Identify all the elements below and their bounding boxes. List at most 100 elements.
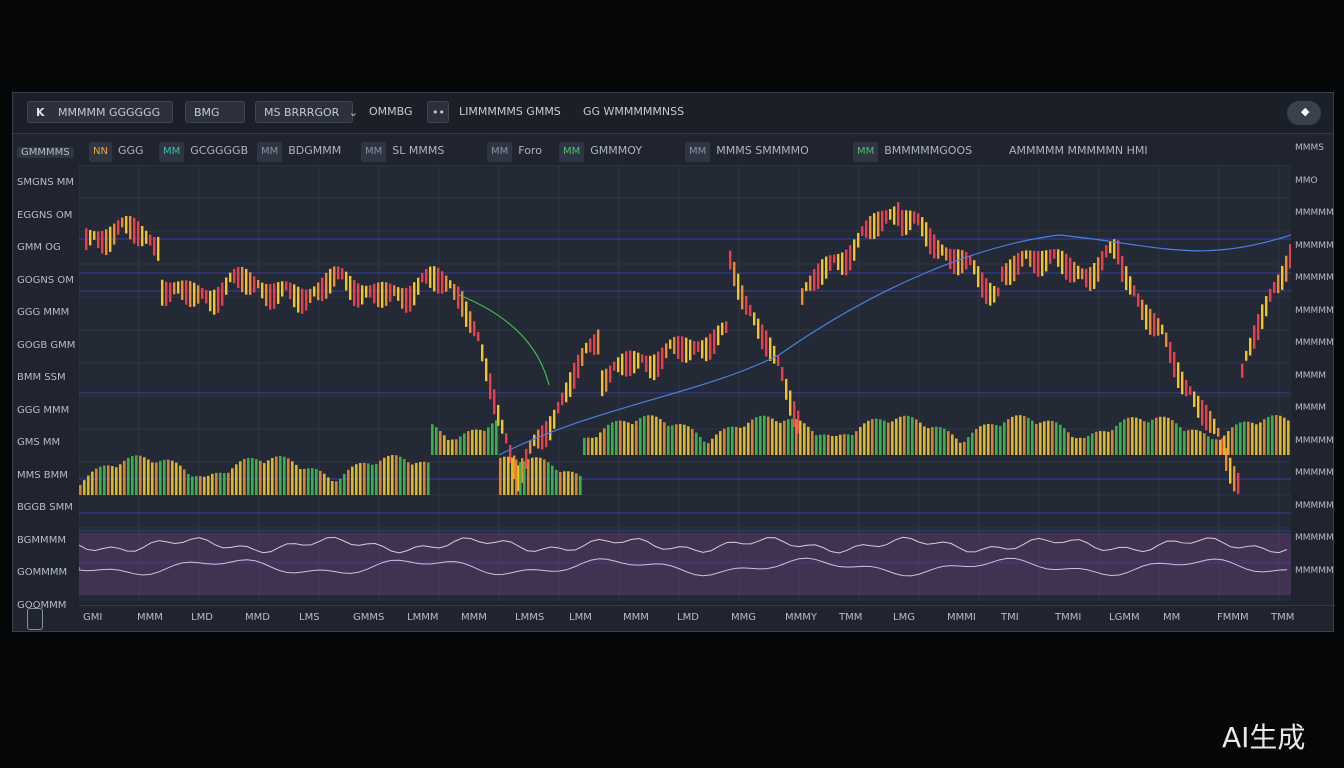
candle [1053,248,1056,259]
volume-bar [823,434,826,455]
volume-bar [1071,436,1074,455]
time-axis-label: MMG [731,612,757,623]
volume-bar [1287,420,1290,455]
candle [433,266,436,292]
pair-info-label: LIMMMMMS GMMS [459,105,561,118]
volume-bar [451,439,454,455]
right-axis-label: MMMMM [1295,533,1334,543]
volume-bar [1243,421,1246,455]
indicator-bar: NN GGG MM GCGGGGB MM BDGMMM MM SL MMMS MM Foro MM G… [79,137,1291,165]
calendar-icon[interactable] [27,608,43,630]
more-options-button[interactable]: •• [427,101,449,123]
volume-bar [167,459,170,495]
candle [633,351,636,374]
volume-bar [559,471,562,495]
volume-bar [399,456,402,495]
theme-toggle[interactable]: ◆ [1287,101,1321,125]
volume-bar [1123,419,1126,455]
left-axis-label: MMS BMM [17,469,68,481]
candle [485,358,488,382]
candle [901,210,904,237]
candle [449,280,452,289]
volume-bar [183,469,186,495]
symbol-search-label: MMMMM GGGGGG [58,106,161,119]
time-axis-label: LMS [299,612,320,623]
indicator-8[interactable]: AMMMMM MMMMMN HMI [1009,141,1148,161]
volume-bar [211,473,214,495]
candle [1025,250,1028,259]
volume-bar [1247,421,1250,455]
indicator-2[interactable]: MM BDGMMM [257,141,341,162]
indicator-5[interactable]: MM GMMMOY [559,141,642,162]
volume-bar [579,475,582,495]
candle [925,222,928,247]
volume-bar [915,419,918,455]
candle [161,279,164,306]
candle [665,343,668,359]
indicator-6[interactable]: MM MMMS SMMMMO [685,141,809,162]
candle [1205,404,1208,431]
volume-bar [175,462,178,495]
volume-info-label: GG WMMMMMNSS [583,105,685,118]
volume-bar [507,456,510,495]
left-axis-header[interactable]: GMMMMS [17,147,74,158]
volume-bar [907,415,910,455]
volume-bar [587,437,590,455]
candle [921,217,924,237]
volume-bar [967,437,970,455]
candle [1273,281,1276,294]
candle [673,336,676,355]
candle [1093,262,1096,289]
volume-bar [1083,437,1086,455]
candle [417,277,420,295]
volume-bar [155,462,158,495]
volume-bar [731,426,734,455]
volume-bar [799,420,802,455]
volume-bar [1275,415,1278,455]
indicator-1[interactable]: MM GCGGGGB [159,141,248,162]
indicator-7[interactable]: MM BMMMMMGOOS [853,141,972,162]
volume-bar [1063,428,1066,455]
indicator-0[interactable]: NN GGG [89,141,144,162]
candle [361,285,364,305]
candle [473,321,476,337]
volume-bar [483,430,486,455]
candle [685,337,688,363]
volume-bar [259,460,262,495]
volume-bar [303,468,306,495]
volume-bar [1099,431,1102,455]
symbol-search-box[interactable]: K MMMMM GGGGGG [27,101,173,123]
volume-bar [567,471,570,495]
right-axis-label: MMMMM [1295,305,1334,316]
volume-bar [551,465,554,495]
volume-bar [879,419,882,455]
candle [1213,418,1216,435]
candle [981,272,984,298]
candle [289,282,292,300]
candle [505,433,508,444]
time-axis-label: MM [1163,612,1181,623]
compare-button[interactable]: OMMBG [369,101,413,123]
volume-bar [383,457,386,495]
volume-bar [1027,417,1030,455]
volume-bar [223,473,226,495]
volume-bar [959,442,962,455]
candle [785,378,788,400]
candle [893,206,896,225]
candle [369,285,372,298]
candle [321,277,324,302]
volume-bar [271,458,274,495]
top-toolbar: K MMMMM GGGGGG BMG MS BRRRGOR ⌄ OMMBG ••… [13,93,1333,134]
indicator-3[interactable]: MM SL MMMS [361,141,444,162]
volume-bar [1151,419,1154,455]
candle [201,288,204,299]
volume-bar [1219,439,1222,455]
price-chart-plot[interactable] [79,165,1291,601]
candle [1001,266,1004,282]
timeframe-button[interactable]: BMG [185,101,245,123]
chart-type-dropdown[interactable]: MS BRRRGOR ⌄ [255,101,358,123]
candle [1153,313,1156,337]
candle [557,401,560,414]
volume-bar [1131,417,1134,455]
indicator-4[interactable]: MM Foro [487,141,542,162]
